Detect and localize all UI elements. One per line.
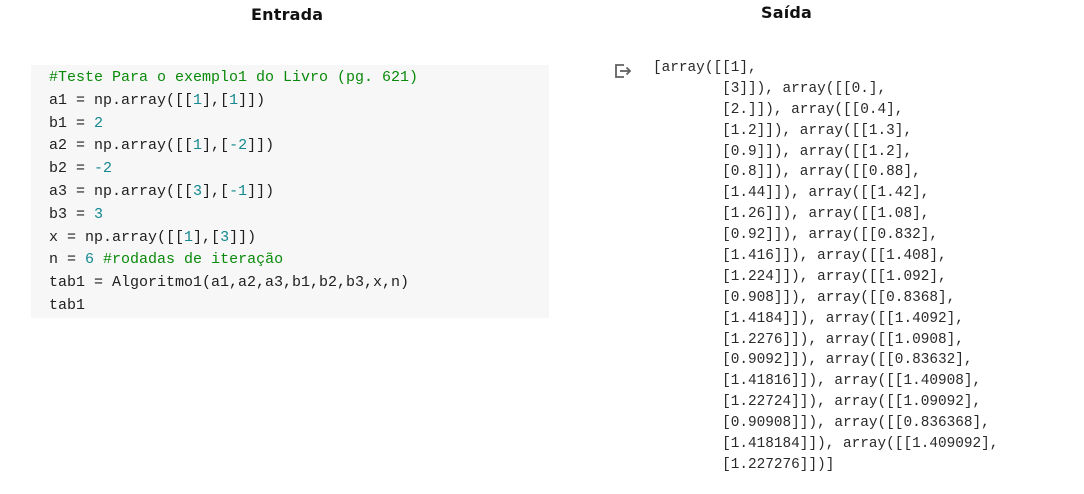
code-number: 3	[193, 182, 203, 200]
code-text: tab1 = Algoritmo1(a1,a2,a3,b1,b2,b3,x,n)	[49, 274, 410, 292]
output-line: [1.41816]]), array([[1.40908],	[653, 373, 982, 390]
code-text: ],[	[202, 137, 230, 155]
output-redirect-icon[interactable]	[613, 62, 633, 80]
code-text: a3 = np.array([[	[49, 182, 194, 200]
input-heading: Entrada	[251, 5, 324, 24]
code-cell[interactable]: #Teste Para o exemplo1 do Livro (pg. 621…	[31, 65, 549, 318]
output-line: [array([[1],	[653, 60, 757, 76]
code-number: -2	[229, 137, 248, 155]
code-number: 1	[193, 91, 203, 109]
output-area: [array([[1], [3]]), array([[0.], [2.]]),…	[653, 58, 998, 476]
code-text: ]])	[247, 137, 275, 155]
code-editor[interactable]: #Teste Para o exemplo1 do Livro (pg. 621…	[49, 67, 418, 318]
code-line: a2 = np.array([[1],[-2]])	[49, 135, 418, 158]
output-line: [3]]), array([[0.],	[653, 80, 887, 97]
code-line: b3 = 3	[49, 204, 418, 227]
code-text: ]])	[238, 91, 266, 109]
code-text: tab1	[49, 296, 86, 314]
output-line: [1.26]]), array([[1.08],	[653, 206, 930, 223]
output-redirect-icon-graphic	[615, 64, 632, 78]
code-number: 3	[94, 205, 104, 223]
output-line: [1.227276]])]	[653, 456, 835, 473]
output-line: [1.2276]]), array([[1.0908],	[653, 331, 964, 348]
code-line: #Teste Para o exemplo1 do Livro (pg. 621…	[49, 67, 418, 90]
code-text: x = np.array([[	[49, 228, 185, 246]
output-line: [1.2]]), array([[1.3],	[653, 122, 913, 139]
code-number: 6	[85, 251, 95, 269]
code-number: 1	[193, 137, 203, 155]
code-number: -2	[94, 160, 113, 178]
output-line: [1.418184]]), array([[1.409092],	[653, 436, 999, 453]
code-line: a1 = np.array([[1],[1]])	[49, 90, 418, 113]
code-line: tab1 = Algoritmo1(a1,a2,a3,b1,b2,b3,x,n)	[49, 272, 418, 295]
code-line: n = 6 #rodadas de iteração	[49, 249, 418, 272]
output-line: [1.4184]]), array([[1.4092],	[653, 310, 964, 327]
output-line: [0.90908]]), array([[0.836368],	[653, 415, 990, 432]
code-line: b1 = 2	[49, 113, 418, 136]
output-line: [0.908]]), array([[0.8368],	[653, 289, 956, 306]
code-line: a3 = np.array([[3],[-1]])	[49, 181, 418, 204]
code-comment: #rodadas de iteração	[103, 251, 284, 269]
code-text: b2 =	[49, 160, 95, 178]
output-heading: Saída	[761, 3, 813, 22]
code-number: 3	[220, 228, 230, 246]
code-text: a2 = np.array([[	[49, 137, 194, 155]
output-line: [0.9]]), array([[1.2],	[653, 143, 913, 160]
output-line: [2.]]), array([[0.4],	[653, 101, 904, 118]
code-number: 2	[94, 114, 104, 132]
output-line: [1.44]]), array([[1.42],	[653, 185, 930, 202]
code-text: ],[	[193, 228, 221, 246]
code-number: 1	[184, 228, 194, 246]
code-text: n =	[49, 251, 86, 269]
code-text: ]])	[229, 228, 257, 246]
code-line: b2 = -2	[49, 158, 418, 181]
output-line: [1.22724]]), array([[1.09092],	[653, 394, 982, 411]
output-line: [1.224]]), array([[1.092],	[653, 268, 947, 285]
output-line: [0.9092]]), array([[0.83632],	[653, 352, 973, 369]
code-number: -1	[229, 182, 248, 200]
output-line: [0.8]]), array([[0.88],	[653, 164, 921, 181]
code-text: ]])	[247, 182, 275, 200]
code-comment: #Teste Para o exemplo1 do Livro (pg. 621…	[49, 69, 419, 86]
code-text: a1 = np.array([[	[49, 91, 194, 109]
code-text: b3 =	[49, 205, 95, 223]
code-text: b1 =	[49, 114, 95, 132]
output-line: [1.416]]), array([[1.408],	[653, 248, 947, 265]
output-line: [0.92]]), array([[0.832],	[653, 227, 938, 244]
code-number: 1	[229, 91, 239, 109]
code-text: ],[	[202, 91, 230, 109]
code-line: x = np.array([[1],[3]])	[49, 227, 418, 250]
code-text: ],[	[202, 182, 230, 200]
code-line: tab1	[49, 295, 418, 318]
